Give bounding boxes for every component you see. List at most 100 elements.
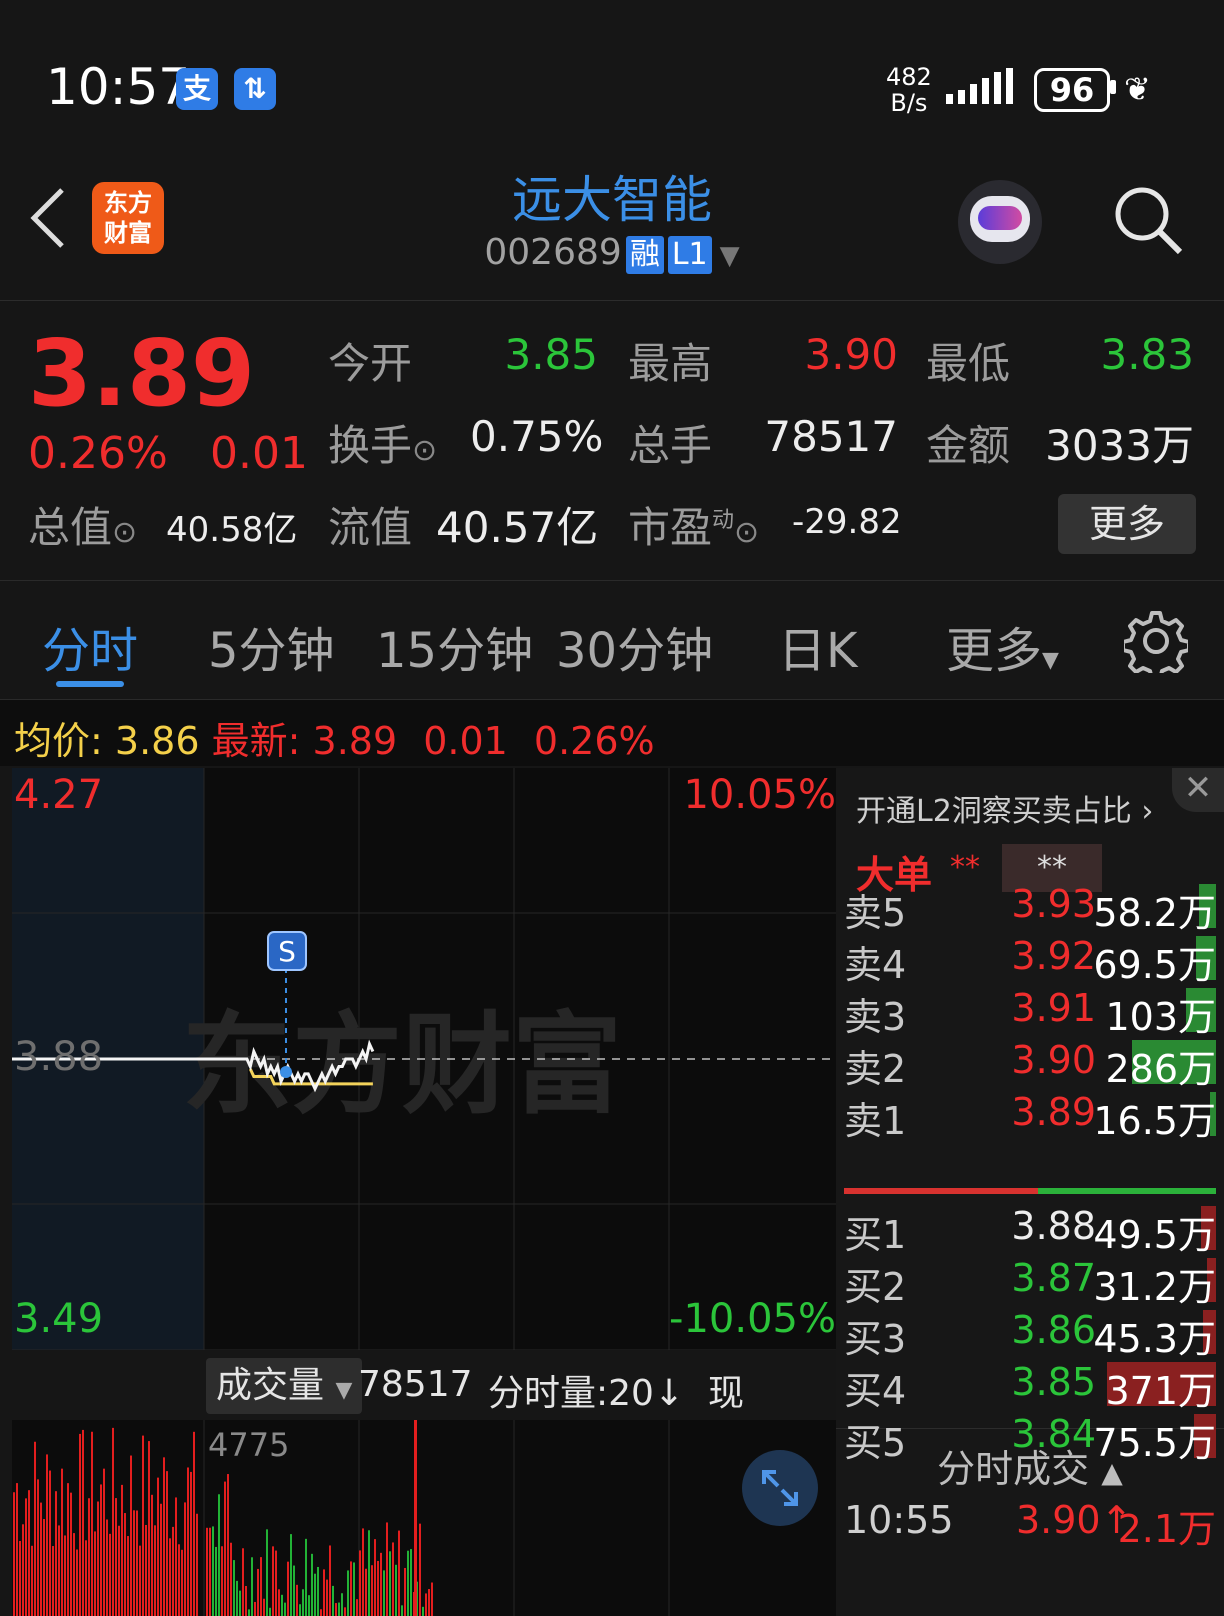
volume-bar bbox=[233, 1560, 235, 1616]
bid-price: 3.85 bbox=[1011, 1360, 1096, 1404]
volume-bar bbox=[178, 1544, 180, 1616]
tab-more[interactable]: 更多▼ bbox=[946, 611, 1059, 681]
volume-selector[interactable]: 成交量 ▼ bbox=[206, 1358, 363, 1414]
order-book: 开通L2洞察买卖占比 › ✕ 大单 ** ** 分时成交 ▲ 10:55 3.9… bbox=[836, 768, 1224, 1616]
caret-down-icon: ▼ bbox=[335, 1378, 353, 1403]
volume-bar bbox=[172, 1526, 174, 1616]
volume-bar bbox=[326, 1579, 328, 1616]
high-value: 3.90 bbox=[804, 330, 898, 379]
signal-icon bbox=[946, 68, 1013, 104]
bid-label: 买2 bbox=[844, 1265, 907, 1309]
bid-volume: 45.3万 bbox=[1093, 1317, 1216, 1361]
ask-row: 卖1 3.89 16.5万 bbox=[844, 1086, 1216, 1143]
close-icon[interactable]: ✕ bbox=[1172, 768, 1224, 812]
ask-volume: 103万 bbox=[1105, 995, 1216, 1039]
tab-intraday[interactable]: 分时 bbox=[42, 611, 138, 681]
l2-promo-link[interactable]: 开通L2洞察买卖占比 › bbox=[856, 786, 1153, 830]
volume-bar bbox=[154, 1525, 156, 1616]
volume-bar bbox=[414, 1420, 417, 1616]
volume-bar bbox=[317, 1566, 319, 1616]
bid-price: 3.88 bbox=[1011, 1204, 1096, 1248]
volume-bar bbox=[224, 1481, 226, 1616]
tab-5min[interactable]: 5分钟 bbox=[208, 611, 335, 681]
volume-bar bbox=[383, 1570, 385, 1616]
battery-tip bbox=[1110, 80, 1116, 94]
volume-bar bbox=[248, 1609, 250, 1616]
avg-value: 3.86 bbox=[114, 719, 200, 763]
ask-volume: 58.2万 bbox=[1093, 891, 1216, 935]
turnover-value: 0.75% bbox=[470, 412, 604, 461]
volume-bar bbox=[410, 1549, 412, 1616]
y-axis-bottom: 3.49 bbox=[14, 1296, 104, 1342]
volume-bar bbox=[344, 1607, 346, 1616]
search-icon[interactable] bbox=[1112, 184, 1184, 256]
price-info-bar: 均价: 3.86 最新: 3.89 0.01 0.26% bbox=[0, 700, 1224, 766]
ask-row: 卖2 3.90 286万 bbox=[844, 1034, 1216, 1091]
y-axis-mid: 3.88 bbox=[14, 1034, 104, 1080]
ask-volume: 286万 bbox=[1105, 1047, 1216, 1091]
market-cap-label[interactable]: 总值⊙ bbox=[28, 494, 137, 555]
ask-price: 3.90 bbox=[1011, 1038, 1096, 1082]
volume-bar bbox=[278, 1589, 280, 1616]
tab-30min[interactable]: 30分钟 bbox=[556, 611, 713, 681]
stock-code: 002689 bbox=[484, 232, 622, 273]
volume-bar bbox=[49, 1470, 51, 1616]
volume-bar bbox=[28, 1490, 30, 1616]
volume-bar bbox=[404, 1567, 406, 1616]
volume-bar bbox=[124, 1513, 126, 1616]
tab-daily-k[interactable]: 日K bbox=[778, 611, 857, 681]
volume-bar bbox=[281, 1594, 283, 1616]
ask-label: 卖3 bbox=[844, 995, 907, 1039]
volume-bar bbox=[181, 1549, 183, 1616]
status-bar: 10:57 支 ⇅ 482 B/s 96 ❦ bbox=[0, 0, 1224, 150]
info-icon: ⊙ bbox=[734, 515, 760, 550]
bid-label: 买4 bbox=[844, 1369, 907, 1413]
expand-icon[interactable] bbox=[742, 1450, 818, 1526]
volume-bar bbox=[215, 1546, 217, 1616]
volume-bar bbox=[266, 1529, 268, 1616]
ask-row: 卖3 3.91 103万 bbox=[844, 982, 1216, 1039]
volume-bar bbox=[19, 1540, 21, 1616]
low-value: 3.83 bbox=[1100, 330, 1194, 379]
turnover-label[interactable]: 换手⊙ bbox=[328, 412, 437, 473]
bid-row: 买2 3.87 31.2万 bbox=[844, 1252, 1216, 1309]
ask-price: 3.89 bbox=[1011, 1090, 1096, 1134]
ask-volume: 16.5万 bbox=[1093, 1099, 1216, 1143]
intraday-chart-svg: 东方财富 S bbox=[12, 768, 836, 1350]
volume-bar bbox=[103, 1468, 105, 1616]
volume-bar bbox=[311, 1553, 313, 1616]
volume-max-label: 4775 bbox=[208, 1426, 290, 1464]
latest-change-percent: 0.26% bbox=[533, 719, 655, 763]
quote-panel: 3.89 0.26% 0.01 今开 3.85 最高 3.90 最低 3.83 … bbox=[0, 300, 1224, 580]
bid-row: 买1 3.88 49.5万 bbox=[844, 1200, 1216, 1257]
volume-bar bbox=[251, 1557, 253, 1616]
ask-row: 卖4 3.92 69.5万 bbox=[844, 930, 1216, 987]
amount-value: 3033万 bbox=[1045, 421, 1194, 470]
bid-volume: 31.2万 bbox=[1093, 1265, 1216, 1309]
volume-bar bbox=[106, 1519, 108, 1616]
stock-code-row[interactable]: 002689 融 L1 ▼ bbox=[0, 232, 1224, 274]
volume-bar bbox=[16, 1483, 18, 1616]
gear-icon[interactable] bbox=[1124, 609, 1188, 673]
volume-bar bbox=[242, 1548, 244, 1616]
robot-assistant-icon[interactable] bbox=[958, 180, 1042, 264]
volume-bar bbox=[112, 1427, 114, 1616]
volume-bar bbox=[67, 1483, 69, 1616]
more-button[interactable]: 更多 bbox=[1058, 494, 1196, 554]
volume-bar bbox=[350, 1561, 352, 1616]
chevron-down-icon: ▼ bbox=[719, 241, 740, 271]
clock: 10:57 bbox=[46, 58, 191, 116]
ask-label: 卖4 bbox=[844, 943, 907, 987]
volume-bar bbox=[374, 1539, 376, 1616]
float-cap-label: 流值 bbox=[328, 503, 413, 552]
volume-bar bbox=[73, 1533, 75, 1616]
volume-bar bbox=[428, 1589, 430, 1616]
intraday-chart[interactable]: 东方财富 S 4.27 3.88 3.49 10.05% -10.05% bbox=[12, 768, 836, 1350]
volume-bar bbox=[236, 1580, 238, 1616]
volume-bar bbox=[377, 1560, 379, 1616]
pe-label[interactable]: 市盈动⊙ bbox=[628, 494, 759, 555]
volume-bar bbox=[160, 1503, 162, 1616]
volume-bar bbox=[94, 1531, 96, 1616]
volume-bar bbox=[365, 1568, 367, 1616]
tab-15min[interactable]: 15分钟 bbox=[376, 611, 533, 681]
